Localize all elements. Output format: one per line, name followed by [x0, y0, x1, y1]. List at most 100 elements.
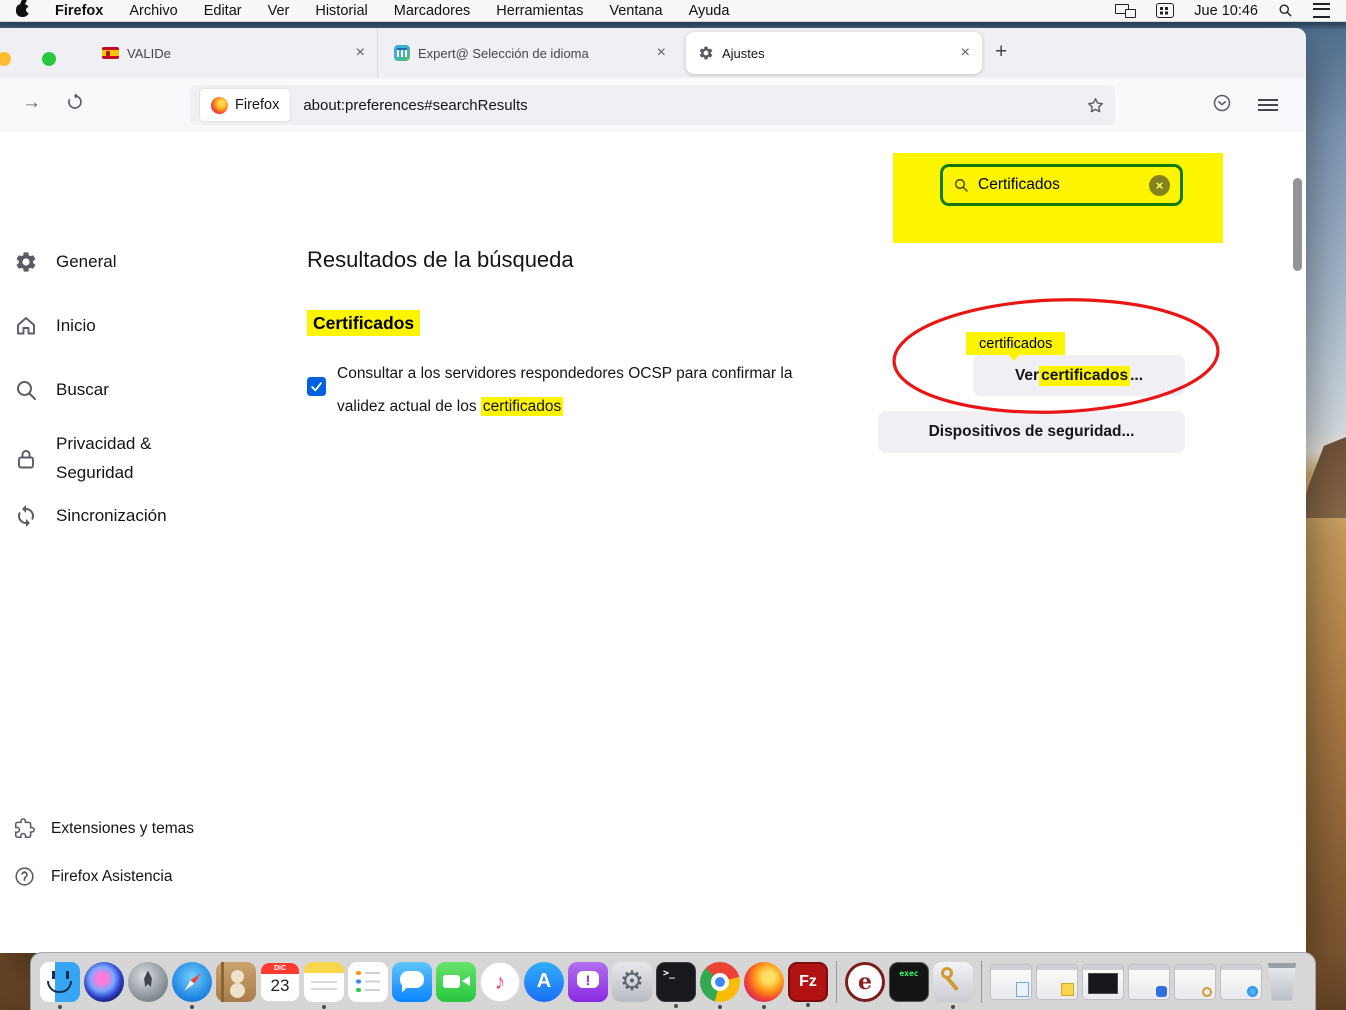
firefox-app-icon[interactable]	[744, 962, 784, 1002]
menu-historial[interactable]: Historial	[315, 3, 367, 19]
menu-marcadores[interactable]: Marcadores	[394, 3, 471, 19]
apple-icon[interactable]	[16, 4, 29, 17]
siri-icon[interactable]	[84, 962, 124, 1002]
win-safari-icon[interactable]	[1220, 964, 1262, 1000]
messages-icon[interactable]	[392, 962, 432, 1002]
security-devices-button[interactable]: Dispositivos de seguridad...	[878, 411, 1185, 453]
tab-title: VALIDe	[127, 46, 348, 61]
menu-firefox[interactable]: Firefox	[55, 3, 103, 19]
sidebar-item-asistencia[interactable]: Firefox Asistencia	[14, 866, 172, 887]
section-title: Certificados	[307, 313, 420, 334]
tab-title: Ajustes	[722, 46, 953, 61]
scrollbar-thumb[interactable]	[1293, 178, 1302, 271]
feedback-icon[interactable]: !	[568, 962, 608, 1002]
page-title: Resultados de la búsqueda	[307, 247, 574, 273]
pocket-icon[interactable]	[1212, 93, 1232, 113]
tab-expert-idioma[interactable]: Expert@ Selección de idioma ×	[382, 28, 678, 78]
safari-icon[interactable]	[172, 962, 212, 1002]
check-icon	[310, 380, 323, 393]
menu-clock[interactable]: Jue 10:46	[1194, 3, 1258, 19]
close-tab-icon[interactable]: ×	[356, 45, 365, 61]
ocsp-checkbox[interactable]	[307, 377, 326, 396]
win-doc-icon[interactable]	[990, 964, 1032, 1000]
highlighted-term: certificados	[481, 397, 563, 416]
forward-icon[interactable]: →	[22, 92, 41, 114]
settings-search-input[interactable]: Certificados ×	[940, 164, 1183, 206]
tab-title: Expert@ Selección de idioma	[418, 46, 649, 61]
keychain-icon[interactable]	[933, 962, 973, 1002]
appstore-icon[interactable]: A	[524, 962, 564, 1002]
menu-editar[interactable]: Editar	[204, 3, 242, 19]
win-key-icon[interactable]	[1174, 964, 1216, 1000]
notification-center-icon[interactable]	[1313, 3, 1330, 18]
sidebar-item-inicio[interactable]: Inicio	[14, 314, 96, 338]
itunes-icon[interactable]: ♪	[480, 962, 520, 1002]
trash-icon[interactable]	[1266, 963, 1298, 1001]
view-certificates-button[interactable]: Ver certificados...	[973, 355, 1185, 396]
identity-label: Firefox	[235, 97, 279, 113]
hamburger-menu-icon[interactable]	[1258, 99, 1278, 101]
sidebar-item-privacidad-seguridad[interactable]: Privacidad & Seguridad	[14, 430, 181, 488]
calendar-icon[interactable]: DIC23	[260, 962, 300, 1002]
url-text[interactable]: about:preferences#searchResults	[303, 97, 1086, 114]
highlighted-term: certificados	[1039, 366, 1130, 386]
bookmark-star-icon[interactable]	[1086, 96, 1105, 115]
sidebar-item-extensiones[interactable]: Extensiones y temas	[14, 818, 194, 839]
new-tab-button[interactable]: +	[995, 40, 1007, 64]
ocsp-checkbox-label: Consultar a los servidores respondedores…	[337, 357, 832, 423]
close-tab-icon[interactable]: ×	[657, 45, 666, 61]
sidebar-item-sincronizacion[interactable]: Sincronización	[14, 504, 167, 528]
tab-ajustes[interactable]: Ajustes ×	[686, 32, 982, 74]
url-bar[interactable]: Firefox about:preferences#searchResults	[190, 85, 1115, 125]
sidebar-label: Sincronización	[56, 506, 167, 526]
sidebar-item-buscar[interactable]: Buscar	[14, 378, 109, 402]
expert-favicon	[394, 45, 410, 61]
search-value[interactable]: Certificados	[978, 176, 1140, 194]
search-result-tooltip: certificados	[966, 332, 1065, 355]
input-source-icon[interactable]	[1156, 3, 1174, 18]
spotlight-search-icon[interactable]	[1278, 3, 1293, 18]
launchpad-icon[interactable]	[128, 962, 168, 1002]
menu-ventana[interactable]: Ventana	[609, 3, 662, 19]
minimize-window-button[interactable]	[0, 52, 11, 66]
emule-icon[interactable]: e	[845, 962, 885, 1002]
win-term-icon[interactable]	[1082, 964, 1124, 1000]
wallpaper-dune	[1300, 430, 1346, 518]
facetime-icon[interactable]	[436, 962, 476, 1002]
sidebar-item-general[interactable]: General	[14, 250, 116, 274]
terminal-icon[interactable]: >_	[656, 962, 696, 1002]
spain-flag-favicon	[102, 47, 119, 59]
zoom-window-button[interactable]	[42, 52, 56, 66]
gear-favicon	[698, 45, 714, 61]
gear-icon	[14, 250, 38, 274]
settings-page: General Inicio Buscar Privacidad & Segur…	[0, 132, 1306, 953]
ocsp-setting-row: Consultar a los servidores respondedores…	[307, 357, 832, 423]
reminders-icon[interactable]	[348, 962, 388, 1002]
win-sticky-icon[interactable]	[1036, 964, 1078, 1000]
notes-icon[interactable]	[304, 962, 344, 1002]
menu-herramientas[interactable]: Herramientas	[496, 3, 583, 19]
menu-ayuda[interactable]: Ayuda	[689, 3, 730, 19]
chrome-icon[interactable]	[700, 962, 740, 1002]
menu-archivo[interactable]: Archivo	[129, 3, 177, 19]
identity-chip[interactable]: Firefox	[200, 89, 290, 121]
sysprefs-icon[interactable]: ⚙	[612, 962, 652, 1002]
contacts-icon[interactable]	[216, 962, 256, 1002]
puzzle-icon	[14, 818, 35, 839]
sidebar-label: Inicio	[56, 316, 96, 336]
close-tab-icon[interactable]: ×	[961, 45, 970, 61]
tab-valide[interactable]: VALIDe ×	[90, 28, 378, 78]
filezilla-icon[interactable]: Fz	[788, 962, 828, 1002]
console-icon[interactable]: exec	[889, 962, 929, 1002]
menu-ver[interactable]: Ver	[268, 3, 290, 19]
sync-icon	[14, 504, 38, 528]
finder-icon[interactable]	[40, 962, 80, 1002]
reload-icon[interactable]	[66, 93, 84, 111]
display-mirroring-icon[interactable]	[1115, 4, 1136, 18]
home-icon	[14, 314, 38, 338]
search-icon	[14, 378, 38, 402]
clear-search-icon[interactable]: ×	[1149, 175, 1170, 196]
dock: DIC23 ♪A!⚙>_ Fzeexec	[30, 952, 1316, 1010]
sidebar-label: Buscar	[56, 380, 109, 400]
win-blue-icon[interactable]	[1128, 964, 1170, 1000]
